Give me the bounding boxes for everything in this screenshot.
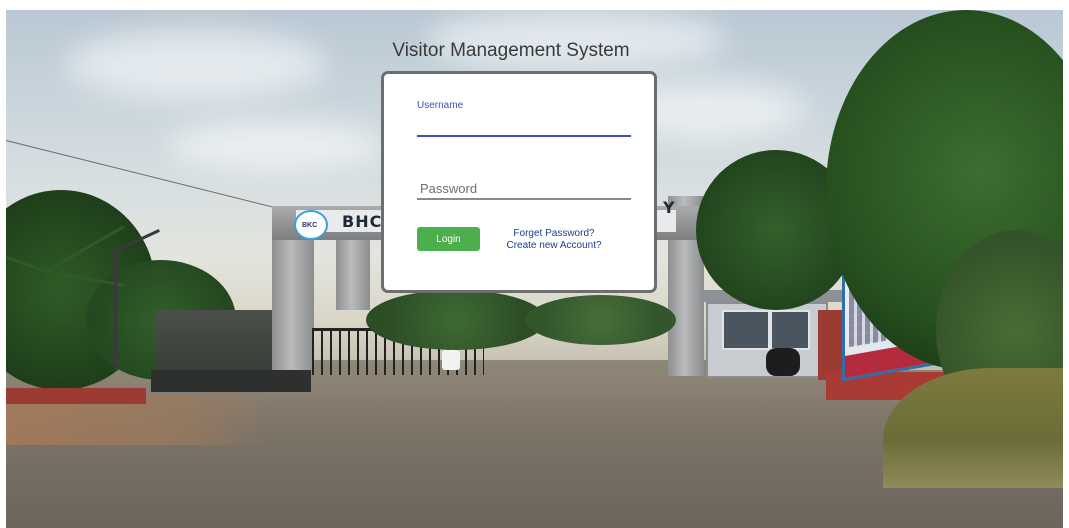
username-input[interactable] [417,113,631,137]
app-title: Visitor Management System [392,40,630,61]
login-card: Username Login Forget Password? Create n… [381,71,657,293]
forgot-password-link[interactable]: Forget Password? [502,228,606,240]
login-page: BHC Y BKC Visitor Management System User… [0,0,1069,528]
gate-sign-text-right: Y [663,198,676,217]
gate-logo-text: BKC [302,222,318,229]
gate-sign-text-left: BHC [342,212,383,231]
password-field [417,178,631,200]
username-field: Username [417,100,631,137]
password-input[interactable] [417,178,631,200]
create-account-link[interactable]: Create new Account? [502,240,606,252]
username-label: Username [417,100,464,111]
account-links: Forget Password? Create new Account? [502,228,606,252]
login-button[interactable]: Login [417,227,480,251]
